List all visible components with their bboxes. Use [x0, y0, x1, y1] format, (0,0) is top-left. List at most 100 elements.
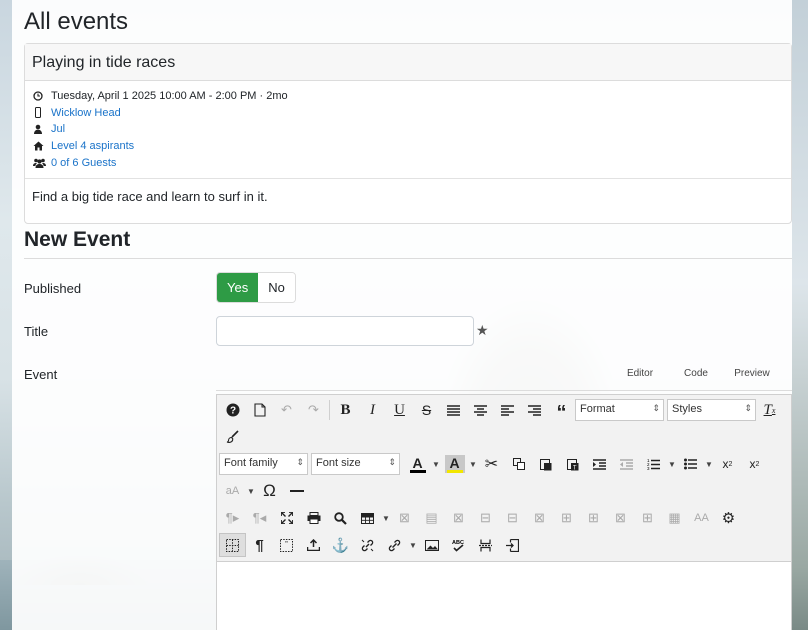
redo-icon[interactable]: ↷ [300, 398, 327, 422]
chevron-down-icon[interactable]: ▼ [431, 460, 441, 469]
insert-field-icon[interactable] [499, 533, 526, 557]
anchor-icon[interactable]: ⚓ [327, 533, 354, 557]
format-select[interactable]: Format [575, 399, 664, 421]
table-merge-cells-icon[interactable]: ▦ [661, 506, 688, 530]
show-blocks-icon[interactable]: ¶ [246, 533, 273, 557]
font-family-select[interactable]: Font family [219, 453, 308, 475]
strikethrough-icon[interactable]: S [413, 398, 440, 422]
event-location-row: Wicklow Head [33, 105, 784, 122]
gear-icon[interactable]: ⚙ [715, 506, 742, 530]
event-title: Playing in tide races [25, 44, 791, 81]
svg-text:?: ? [229, 406, 235, 417]
bullet-list-icon[interactable] [677, 452, 704, 476]
event-meta: Tuesday, April 1 2025 10:00 AM - 2:00 PM… [25, 81, 791, 179]
chevron-down-icon[interactable]: ▼ [704, 460, 714, 469]
blockquote-icon[interactable]: “ [548, 398, 575, 424]
phone-icon [33, 107, 51, 119]
event-group-link[interactable]: Level 4 aspirants [51, 140, 134, 152]
event-location-link[interactable]: Wicklow Head [51, 107, 121, 119]
font-size-adjust-icon[interactable]: aA [219, 479, 246, 503]
table-delete-icon[interactable]: ⊠ [391, 506, 418, 530]
title-input[interactable] [216, 316, 474, 346]
published-label: Published [24, 281, 82, 296]
editor-toolbar: ? ↶ ↷ B I U S “ Format ⇕ Styles ⇕ T x Fo… [217, 395, 791, 562]
align-right-icon[interactable] [521, 398, 548, 422]
event-organizer-link[interactable]: Jul [51, 123, 65, 135]
horizontal-rule-icon[interactable] [283, 479, 310, 503]
cut-icon[interactable]: ✂ [478, 452, 505, 476]
visual-aid-icon[interactable] [219, 533, 246, 557]
main-container: All events Playing in tide races Tuesday… [12, 0, 792, 630]
table-row-props-icon[interactable]: ▤ [418, 506, 445, 530]
numbered-list-icon[interactable]: 123 [640, 452, 667, 476]
change-case-icon[interactable]: AA [688, 506, 715, 530]
event-guests-link[interactable]: 0 of 6 Guests [51, 157, 116, 169]
help-icon[interactable]: ? [219, 398, 246, 422]
search-icon[interactable] [327, 506, 354, 530]
tab-code[interactable]: Code [668, 368, 724, 379]
image-icon[interactable] [418, 533, 445, 557]
svg-text:3: 3 [647, 466, 650, 470]
paint-brush-icon[interactable] [219, 424, 246, 448]
new-document-icon[interactable] [246, 398, 273, 422]
tab-editor[interactable]: Editor [612, 368, 668, 379]
spellcheck-icon[interactable]: ABC [445, 533, 472, 557]
published-yes-button[interactable]: Yes [217, 273, 259, 302]
table-insert-col-after-icon[interactable]: ⊞ [580, 506, 607, 530]
user-icon [33, 124, 51, 135]
svg-text:": " [285, 541, 288, 548]
chevron-down-icon[interactable]: ▼ [246, 487, 256, 496]
align-justify-icon[interactable] [440, 398, 467, 422]
subscript-icon[interactable]: x2 [714, 452, 741, 476]
chevron-down-icon[interactable]: ▼ [381, 514, 391, 523]
published-no-button[interactable]: No [258, 273, 295, 302]
table-cell-props-icon[interactable]: ⊠ [445, 506, 472, 530]
font-size-select[interactable]: Font size [311, 453, 400, 475]
rtl-icon[interactable]: ¶◂ [246, 506, 273, 530]
superscript-icon[interactable]: x2 [741, 452, 768, 476]
undo-icon[interactable]: ↶ [273, 398, 300, 422]
table-insert-row-after-icon[interactable]: ⊟ [499, 506, 526, 530]
chevron-down-icon[interactable]: ▼ [468, 460, 478, 469]
toolbar-row-2 [219, 424, 246, 448]
page-title: All events [24, 8, 129, 35]
event-datetime-row: Tuesday, April 1 2025 10:00 AM - 2:00 PM… [33, 88, 784, 105]
table-insert-row-before-icon[interactable]: ⊟ [472, 506, 499, 530]
table-delete-col-icon[interactable]: ⊠ [607, 506, 634, 530]
special-character-icon[interactable]: Ω [256, 479, 283, 503]
unlink-icon[interactable] [354, 533, 381, 557]
table-icon[interactable] [354, 506, 381, 530]
align-left-icon[interactable] [494, 398, 521, 422]
underline-icon[interactable]: U [386, 398, 413, 422]
outdent-icon[interactable] [613, 452, 640, 476]
toolbar-row-4: aA ▼ Ω [219, 479, 310, 503]
bold-icon[interactable]: B [332, 398, 359, 422]
indent-icon[interactable] [586, 452, 613, 476]
styles-select[interactable]: Styles [667, 399, 756, 421]
chevron-down-icon[interactable]: ▼ [408, 541, 418, 550]
italic-icon[interactable]: I [359, 398, 386, 422]
editor-content-area[interactable] [217, 562, 791, 630]
table-split-cells-icon[interactable]: ⊞ [634, 506, 661, 530]
paste-icon[interactable] [532, 452, 559, 476]
template-icon[interactable]: " [273, 533, 300, 557]
ltr-icon[interactable]: ¶▸ [219, 506, 246, 530]
text-color-icon[interactable]: A [404, 452, 431, 476]
align-center-icon[interactable] [467, 398, 494, 422]
fullscreen-icon[interactable] [273, 506, 300, 530]
table-insert-col-before-icon[interactable]: ⊞ [553, 506, 580, 530]
copy-icon[interactable] [505, 452, 532, 476]
tab-preview[interactable]: Preview [724, 368, 780, 379]
clear-formatting-icon[interactable]: Tx [756, 398, 783, 422]
upload-icon[interactable] [300, 533, 327, 557]
highlight-color-icon[interactable]: A [441, 452, 468, 476]
paste-text-icon[interactable]: T [559, 452, 586, 476]
table-delete-row-icon[interactable]: ⊠ [526, 506, 553, 530]
page-break-icon[interactable] [472, 533, 499, 557]
event-guests-row: 0 of 6 Guests [33, 154, 784, 171]
event-card: Playing in tide races Tuesday, April 1 2… [24, 43, 792, 224]
link-icon[interactable] [381, 533, 408, 557]
chevron-down-icon[interactable]: ▼ [667, 460, 677, 469]
print-icon[interactable] [300, 506, 327, 530]
star-icon[interactable]: ★ [476, 322, 489, 339]
